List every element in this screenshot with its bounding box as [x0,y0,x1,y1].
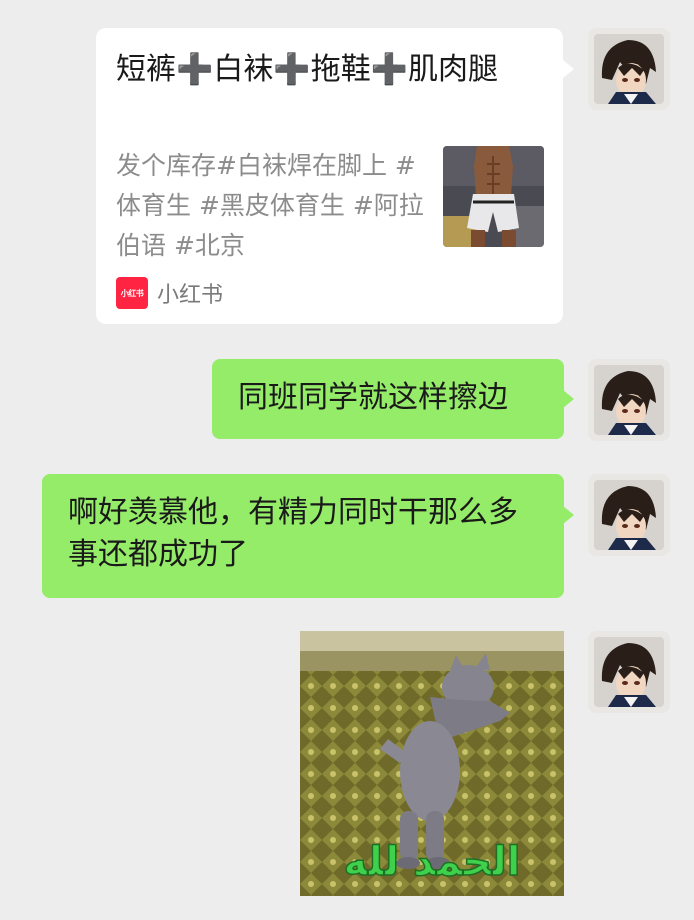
link-card-title: 短裤➕白袜➕拖鞋➕肌肉腿 [116,52,499,87]
bubble-tail [563,390,574,408]
xiaohongshu-logo-icon: 小红书 [116,277,148,309]
link-card-source-name: 小红书 [157,283,224,308]
link-card-source: 小红书 小红书 [116,275,223,311]
link-card-message[interactable]: 短裤➕白袜➕拖鞋➕肌肉腿 发个库存#白袜焊在脚上 #体育生 #黑皮体育生 #阿拉… [96,28,563,324]
avatar[interactable] [588,359,670,441]
link-card-thumbnail [443,146,544,247]
avatar[interactable] [588,631,670,713]
chat-bubble-self[interactable]: 同班同学就这样擦边 [212,359,564,439]
anime-boy-avatar-icon [588,631,670,713]
sticker-message[interactable]: الحمد لله [300,631,564,896]
bubble-tail [563,506,574,524]
chat-bubble-self[interactable]: 啊好羡慕他，有精力同时干那么多事还都成功了 [42,474,564,598]
anime-boy-avatar-icon [588,359,670,441]
avatar[interactable] [588,28,670,110]
avatar[interactable] [588,474,670,556]
anime-boy-avatar-icon [588,28,670,110]
anime-boy-avatar-icon [588,474,670,556]
sticker-caption: الحمد لله [343,839,520,885]
description-fade [296,230,426,270]
bubble-tail [563,60,574,78]
